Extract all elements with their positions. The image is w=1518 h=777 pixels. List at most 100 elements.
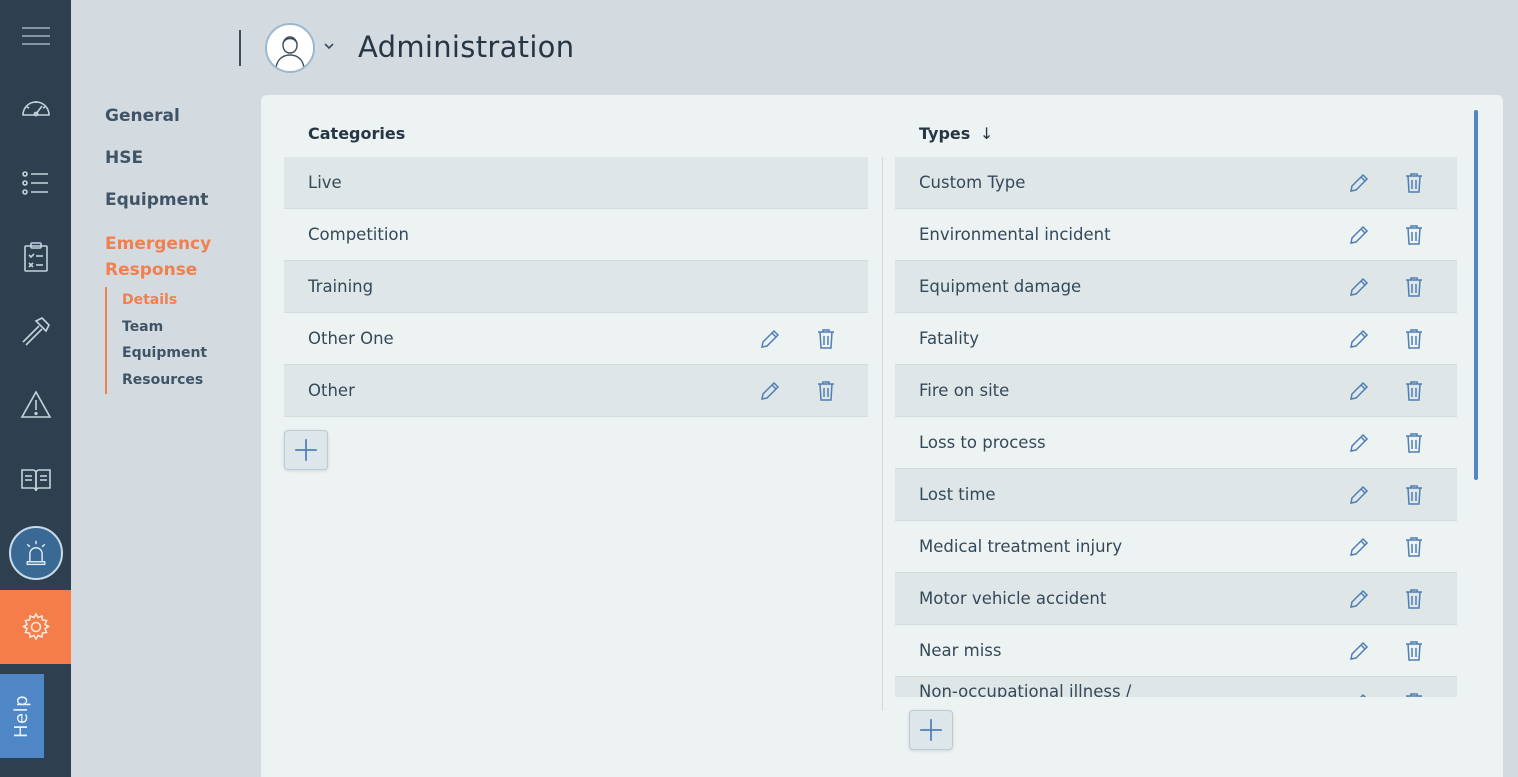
subnav-child-resources[interactable]: Resources bbox=[122, 367, 245, 394]
trash-icon[interactable] bbox=[1402, 691, 1426, 697]
add-type-button[interactable] bbox=[909, 710, 953, 750]
pencil-icon[interactable] bbox=[758, 379, 782, 403]
type-row[interactable]: Medical treatment injury bbox=[895, 521, 1457, 573]
pencil-icon[interactable] bbox=[1347, 483, 1371, 507]
admin-card: Categories Types ↓ Live Competition Trai… bbox=[261, 95, 1503, 777]
subnav-item-emergency-response[interactable]: Emergency Response bbox=[105, 231, 245, 283]
admin-subnav: General HSE Equipment Emergency Response… bbox=[105, 105, 245, 394]
plus-icon bbox=[295, 439, 317, 461]
type-label: Equipment damage bbox=[919, 277, 1082, 296]
menu-button[interactable] bbox=[0, 0, 71, 74]
subnav-child-details[interactable]: Details bbox=[122, 287, 245, 314]
pencil-icon[interactable] bbox=[1347, 535, 1371, 559]
rail-dashboard[interactable] bbox=[0, 72, 71, 146]
add-category-button[interactable] bbox=[284, 430, 328, 470]
category-row[interactable]: Other bbox=[284, 365, 868, 417]
sort-arrow-icon: ↓ bbox=[979, 124, 994, 143]
type-row[interactable]: Equipment damage bbox=[895, 261, 1457, 313]
subnav-item-equipment[interactable]: Equipment bbox=[105, 189, 245, 211]
user-avatar[interactable] bbox=[265, 23, 315, 73]
rail-settings[interactable] bbox=[0, 590, 71, 664]
alarm-siren-icon bbox=[26, 540, 45, 566]
trash-icon[interactable] bbox=[1402, 327, 1426, 351]
trash-icon[interactable] bbox=[1402, 483, 1426, 507]
type-row[interactable]: Motor vehicle accident bbox=[895, 573, 1457, 625]
type-label: Fire on site bbox=[919, 381, 1010, 400]
vertical-scrollbar[interactable] bbox=[1474, 110, 1478, 480]
list-icon bbox=[21, 171, 48, 195]
chevron-down-icon[interactable] bbox=[322, 39, 336, 53]
type-label: Lost time bbox=[919, 485, 996, 504]
hammer-icon bbox=[21, 317, 50, 346]
types-header[interactable]: Types ↓ bbox=[919, 124, 993, 143]
type-label: Loss to process bbox=[919, 433, 1046, 452]
type-row[interactable]: Non-occupational illness / bbox=[895, 677, 1457, 697]
trash-icon[interactable] bbox=[1402, 535, 1426, 559]
column-divider bbox=[882, 157, 883, 711]
type-label: Near miss bbox=[919, 641, 1002, 660]
category-row[interactable]: Competition bbox=[284, 209, 868, 261]
rail-emergency[interactable] bbox=[0, 516, 71, 590]
trash-icon[interactable] bbox=[1402, 379, 1426, 403]
trash-icon[interactable] bbox=[1402, 431, 1426, 455]
categories-list: Live Competition Training Other One Othe… bbox=[284, 157, 868, 417]
type-row[interactable]: Near miss bbox=[895, 625, 1457, 677]
header-divider bbox=[239, 30, 241, 66]
category-label: Competition bbox=[308, 225, 409, 244]
page-title: Administration bbox=[358, 30, 575, 64]
trash-icon[interactable] bbox=[1402, 639, 1426, 663]
category-row[interactable]: Live bbox=[284, 157, 868, 209]
pencil-icon[interactable] bbox=[1347, 171, 1371, 195]
pencil-icon[interactable] bbox=[1347, 691, 1371, 697]
subnav-child-team[interactable]: Team bbox=[122, 314, 245, 341]
subnav-item-hse[interactable]: HSE bbox=[105, 147, 245, 169]
menu-icon bbox=[21, 27, 50, 45]
types-scroll-area[interactable]: Custom Type Environmental incident Equip… bbox=[895, 157, 1457, 697]
trash-icon[interactable] bbox=[814, 379, 838, 403]
trash-icon[interactable] bbox=[1402, 275, 1426, 299]
pencil-icon[interactable] bbox=[1347, 431, 1371, 455]
warning-triangle-icon bbox=[20, 390, 51, 418]
category-label: Training bbox=[308, 277, 374, 296]
pencil-icon[interactable] bbox=[1347, 223, 1371, 247]
category-label: Live bbox=[308, 173, 342, 192]
user-avatar-icon bbox=[275, 36, 305, 68]
category-row[interactable]: Training bbox=[284, 261, 868, 313]
open-book-icon bbox=[20, 469, 51, 492]
trash-icon[interactable] bbox=[814, 327, 838, 351]
type-row[interactable]: Fatality bbox=[895, 313, 1457, 365]
category-label: Other bbox=[308, 381, 355, 400]
category-label: Other One bbox=[308, 329, 394, 348]
rail-incidents[interactable] bbox=[0, 368, 71, 442]
subnav-child-equipment[interactable]: Equipment bbox=[122, 340, 245, 367]
type-row[interactable]: Environmental incident bbox=[895, 209, 1457, 261]
pencil-icon[interactable] bbox=[758, 327, 782, 351]
rail-list[interactable] bbox=[0, 146, 71, 220]
pencil-icon[interactable] bbox=[1347, 379, 1371, 403]
pencil-icon[interactable] bbox=[1347, 639, 1371, 663]
rail-library[interactable] bbox=[0, 442, 71, 516]
type-row[interactable]: Lost time bbox=[895, 469, 1457, 521]
trash-icon[interactable] bbox=[1402, 223, 1426, 247]
rail-tools[interactable] bbox=[0, 294, 71, 368]
rail-checklist[interactable] bbox=[0, 220, 71, 294]
type-label: Non-occupational illness / bbox=[919, 682, 1132, 697]
category-row[interactable]: Other One bbox=[284, 313, 868, 365]
trash-icon[interactable] bbox=[1402, 171, 1426, 195]
type-label: Custom Type bbox=[919, 173, 1026, 192]
settings-gear-icon bbox=[21, 612, 50, 641]
type-row[interactable]: Loss to process bbox=[895, 417, 1457, 469]
trash-icon[interactable] bbox=[1402, 587, 1426, 611]
type-row[interactable]: Fire on site bbox=[895, 365, 1457, 417]
type-label: Environmental incident bbox=[919, 225, 1111, 244]
pencil-icon[interactable] bbox=[1347, 275, 1371, 299]
pencil-icon[interactable] bbox=[1347, 327, 1371, 351]
types-header-label: Types bbox=[919, 124, 971, 143]
type-row[interactable]: Custom Type bbox=[895, 157, 1457, 209]
help-tab[interactable]: Help bbox=[0, 674, 44, 758]
dashboard-gauge-icon bbox=[21, 101, 50, 117]
pencil-icon[interactable] bbox=[1347, 587, 1371, 611]
type-label: Fatality bbox=[919, 329, 980, 348]
subnav-item-general[interactable]: General bbox=[105, 105, 245, 127]
left-rail: Help bbox=[0, 0, 71, 777]
